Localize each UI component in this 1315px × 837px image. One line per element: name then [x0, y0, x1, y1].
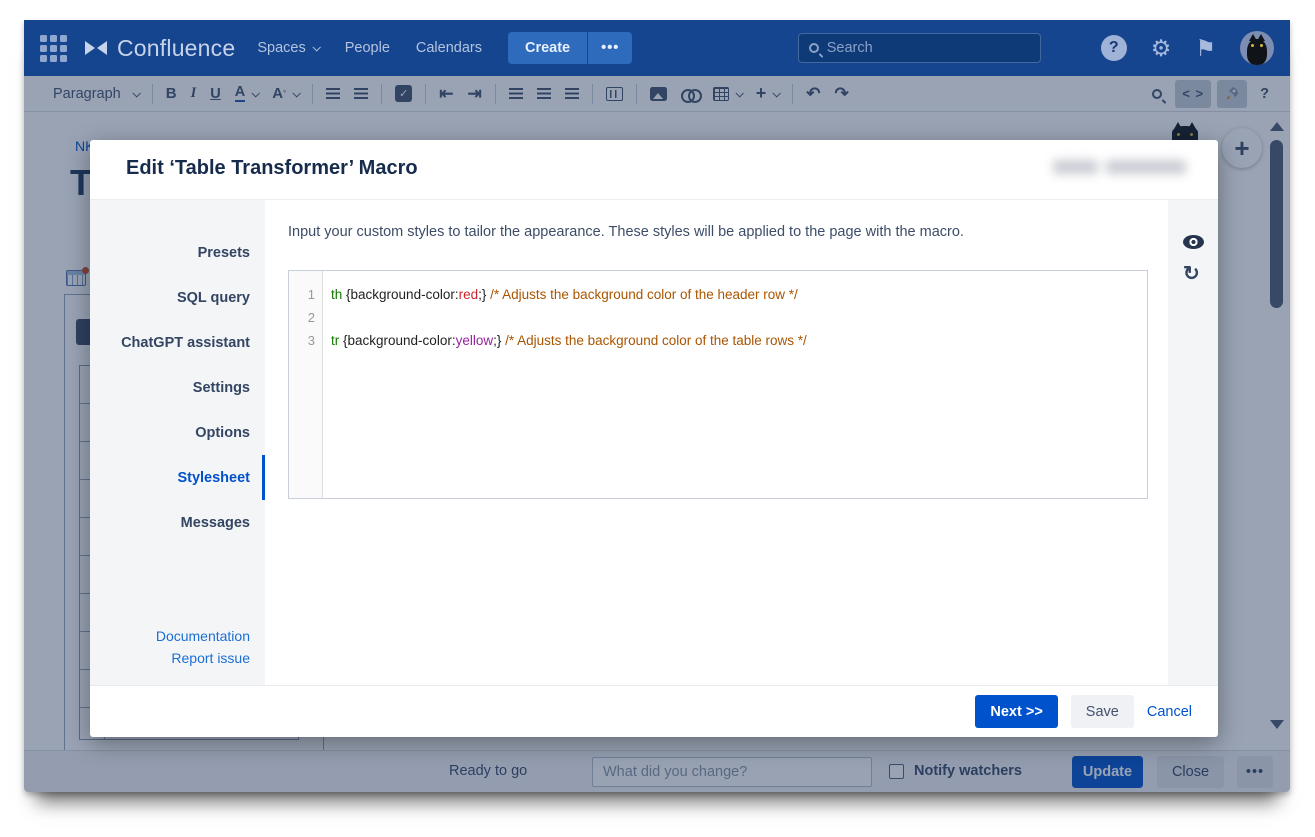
- documentation-link[interactable]: Documentation: [156, 625, 250, 647]
- preview-eye-icon[interactable]: [1183, 235, 1204, 249]
- cat-avatar-image: [1247, 39, 1267, 65]
- dialog-title: Edit ‘Table Transformer’ Macro: [126, 157, 418, 180]
- help-icon[interactable]: ?: [1101, 35, 1127, 61]
- tab-stylesheet[interactable]: Stylesheet: [90, 455, 265, 500]
- notifications-flag-icon[interactable]: ⚑: [1195, 37, 1216, 60]
- code-line: [331, 306, 1147, 329]
- tab-options[interactable]: Options: [90, 410, 265, 455]
- gear-icon[interactable]: ⚙: [1151, 37, 1172, 60]
- css-code-editor[interactable]: 1 2 3 th {background-color:red;} /* Adju…: [288, 270, 1148, 499]
- line-number-gutter: 1 2 3: [289, 271, 323, 498]
- nav-spaces[interactable]: Spaces: [257, 40, 318, 56]
- line-number: 3: [289, 329, 315, 352]
- dialog-body: Presets SQL query ChatGPT assistant Sett…: [90, 200, 1218, 685]
- line-number: 1: [289, 283, 315, 306]
- header-icons: ? ⚙ ⚑: [1101, 31, 1274, 65]
- user-avatar[interactable]: [1240, 31, 1274, 65]
- tab-sql-query[interactable]: SQL query: [90, 275, 265, 320]
- tab-settings[interactable]: Settings: [90, 365, 265, 410]
- nav-calendars[interactable]: Calendars: [416, 40, 482, 56]
- code-line: th {background-color:red;} /* Adjusts th…: [331, 283, 1147, 306]
- search-icon: [809, 43, 819, 53]
- tab-chatgpt-assistant[interactable]: ChatGPT assistant: [90, 320, 265, 365]
- code-area[interactable]: th {background-color:red;} /* Adjusts th…: [323, 271, 1147, 498]
- line-number: 2: [289, 306, 315, 329]
- cancel-button[interactable]: Cancel: [1147, 704, 1192, 720]
- refresh-icon[interactable]: ↻: [1183, 264, 1200, 284]
- header-more-button[interactable]: •••: [588, 32, 632, 64]
- dialog-header: Edit ‘Table Transformer’ Macro: [90, 140, 1218, 200]
- app-window: Confluence Spaces People Calendars Creat…: [24, 20, 1290, 792]
- dialog-footer: Next >> Save Cancel: [90, 685, 1218, 737]
- confluence-logo-icon: [83, 39, 109, 57]
- header-search-input[interactable]: Search: [798, 33, 1041, 63]
- search-placeholder: Search: [827, 40, 873, 56]
- tab-messages[interactable]: Messages: [90, 500, 265, 545]
- next-button[interactable]: Next >>: [975, 695, 1057, 728]
- report-issue-link[interactable]: Report issue: [156, 647, 250, 669]
- app-switcher-icon[interactable]: [40, 35, 67, 62]
- dialog-right-rail: ↻: [1168, 200, 1218, 685]
- macro-dialog: Edit ‘Table Transformer’ Macro Presets S…: [90, 140, 1218, 737]
- code-line: tr {background-color:yellow;} /* Adjusts…: [331, 329, 1147, 352]
- logo-text: Confluence: [117, 35, 235, 62]
- stylesheet-instruction: Input your custom styles to tailor the a…: [288, 224, 964, 240]
- confluence-logo[interactable]: Confluence: [83, 35, 235, 62]
- nav-people[interactable]: People: [345, 40, 390, 56]
- redacted-version-text: [1053, 154, 1193, 180]
- dialog-main: Input your custom styles to tailor the a…: [265, 200, 1168, 685]
- save-button[interactable]: Save: [1071, 695, 1134, 728]
- confluence-header: Confluence Spaces People Calendars Creat…: [24, 20, 1290, 76]
- tab-presets[interactable]: Presets: [90, 230, 265, 275]
- dialog-sidebar: Presets SQL query ChatGPT assistant Sett…: [90, 200, 265, 685]
- create-button[interactable]: Create: [508, 32, 587, 64]
- sidebar-links: Documentation Report issue: [156, 625, 250, 669]
- nav-spaces-label: Spaces: [257, 40, 305, 56]
- chevron-down-icon: [312, 43, 320, 51]
